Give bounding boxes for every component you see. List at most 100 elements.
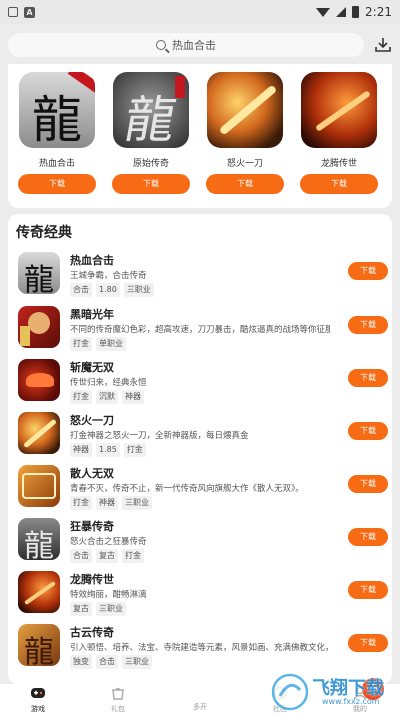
tag-list: 合击 复古 打金 — [70, 549, 144, 563]
download-button[interactable]: 下载 — [348, 528, 388, 546]
game-icon — [207, 72, 283, 148]
download-manager-icon[interactable] — [374, 36, 392, 54]
tag: 合击 — [96, 655, 118, 669]
tag-list: 合击 1.80 三职业 — [70, 283, 154, 297]
game-icon — [301, 72, 377, 148]
status-time: 2:21 — [365, 5, 392, 19]
game-icon: 龍 — [18, 252, 60, 294]
game-title: 黑暗光年 — [70, 308, 114, 321]
game-name: 怒火一刀 — [226, 159, 263, 169]
list-item[interactable]: 散人无双 青春不灭，传奇不止，新一代传奇风向旗舰大作《散人无双》。 打金 神器 … — [18, 465, 388, 515]
tag: 1.80 — [96, 283, 120, 297]
featured-game[interactable]: 怒火一刀 下载 — [205, 72, 285, 194]
tag: 三职业 — [122, 496, 152, 510]
gamepad-icon — [31, 688, 45, 698]
tag-list: 打金 单职业 — [70, 337, 126, 351]
wifi-icon — [316, 7, 331, 17]
game-icon: 龍 — [18, 518, 60, 560]
download-button[interactable]: 下载 — [348, 581, 388, 599]
notification-icon — [8, 7, 18, 17]
list-item[interactable]: 怒火一刀 打金神器之怒火一刀，全新神器版，每日煨真金 神器 1.85 打金 下载 — [18, 412, 388, 462]
featured-game[interactable]: 龍 原始传奇 下载 — [111, 72, 191, 194]
game-title: 怒火一刀 — [70, 414, 114, 427]
game-description: 打金神器之怒火一刀，全新神器版，每日煨真金 — [70, 431, 249, 441]
signal-icon — [336, 7, 347, 17]
game-icon: 龍 — [113, 72, 189, 148]
game-description: 怒火合击之狂暴传奇 — [70, 537, 147, 547]
search-icon — [156, 40, 166, 50]
tag: 三职业 — [123, 283, 154, 297]
search-bar[interactable]: 热血合击 — [8, 33, 364, 57]
tag: 神器 — [96, 496, 118, 510]
game-title: 狂暴传奇 — [70, 520, 114, 533]
list-item[interactable]: 斩魔无双 传世归来，经典永恒 打金 沉默 神器 下载 — [18, 359, 388, 409]
game-icon: 龍 — [18, 624, 60, 666]
game-icon — [18, 306, 60, 348]
featured-games-card: 龍 热血合击 下载 龍 原始传奇 下载 怒火一刀 下载 龙腾传世 下载 — [8, 64, 392, 208]
watermark-url: www.fxxz.com — [322, 697, 380, 706]
game-name: 热血合击 — [38, 159, 75, 169]
tag: 神器 — [122, 390, 144, 404]
game-description: 王城争霸，合击传奇 — [70, 271, 147, 281]
download-button[interactable]: 下载 — [348, 634, 388, 652]
download-button[interactable]: 下载 — [348, 262, 388, 280]
search-placeholder: 热血合击 — [172, 39, 216, 52]
tag: 合击 — [70, 283, 92, 297]
game-title: 龙腾传世 — [70, 573, 114, 586]
tag: 独变 — [70, 655, 92, 669]
game-description: 传世归来，经典永恒 — [70, 378, 147, 388]
tag: 复古 — [96, 549, 118, 563]
tag: 沉默 — [96, 390, 118, 404]
game-icon — [18, 412, 60, 454]
section-title: 传奇经典 — [16, 225, 72, 241]
tag: 打金 — [70, 496, 92, 510]
battery-icon — [352, 6, 360, 18]
tag: 三职业 — [96, 602, 126, 616]
tag: 打金 — [70, 390, 92, 404]
download-button[interactable]: 下载 — [348, 422, 388, 440]
tab-games[interactable]: 游戏 — [10, 686, 66, 714]
tag-list: 复古 三职业 — [70, 602, 126, 616]
game-title: 斩魔无双 — [70, 361, 114, 374]
tag: 1.85 — [96, 443, 120, 457]
download-button[interactable]: 下载 — [112, 174, 190, 194]
gift-bag-icon — [112, 687, 124, 700]
tag-list: 神器 1.85 打金 — [70, 443, 146, 457]
game-icon: 龍 — [19, 72, 95, 148]
download-button[interactable]: 下载 — [300, 174, 378, 194]
game-title: 热血合击 — [70, 254, 114, 267]
tag: 合击 — [70, 549, 92, 563]
game-description: 引入顿悟、培养、法宝、寺院建造等元素，风景如画、充满佛教文化，为 — [70, 643, 330, 653]
game-name: 原始传奇 — [132, 159, 169, 169]
tag-list: 打金 神器 三职业 — [70, 496, 152, 510]
app-badge-icon: A — [24, 6, 35, 18]
tag: 打金 — [70, 337, 92, 351]
download-button[interactable]: 下载 — [18, 174, 96, 194]
tag: 打金 — [123, 443, 146, 457]
tag: 神器 — [70, 443, 92, 457]
list-item[interactable]: 黑暗光年 不同的传奇魔幻色彩，超高攻速，刀刀暴击，酷炫逼真的战场等你征服 打金 … — [18, 306, 388, 356]
list-item[interactable]: 龙腾传世 特效绚丽，酣畅淋漓 复古 三职业 下载 — [18, 571, 388, 621]
game-icon — [18, 571, 60, 613]
download-button[interactable]: 下载 — [348, 475, 388, 493]
featured-game[interactable]: 龍 热血合击 下载 — [17, 72, 97, 194]
classic-games-section: 传奇经典 龍 热血合击 王城争霸，合击传奇 合击 1.80 三职业 下载 黑暗光… — [8, 214, 392, 684]
list-item[interactable]: 龍 热血合击 王城争霸，合击传奇 合击 1.80 三职业 下载 — [18, 252, 388, 302]
download-button[interactable]: 下载 — [206, 174, 284, 194]
tab-multi-open[interactable]: + 多开 — [172, 678, 384, 712]
tag: 打金 — [122, 549, 144, 563]
site-watermark: 飞翔下载 www.fxxz.com — [271, 670, 398, 714]
featured-game[interactable]: 龙腾传世 下载 — [299, 72, 379, 194]
tag: 复古 — [70, 602, 92, 616]
tab-gifts[interactable]: 礼包 — [90, 686, 146, 714]
status-bar: A 2:21 — [0, 0, 400, 24]
download-button[interactable]: 下载 — [348, 369, 388, 387]
tab-label: 礼包 — [111, 705, 125, 713]
list-item[interactable]: 龍 古云传奇 引入顿悟、培养、法宝、寺院建造等元素，风景如画、充满佛教文化，为 … — [18, 624, 388, 674]
tag-list: 打金 沉默 神器 — [70, 390, 144, 404]
download-button[interactable]: 下载 — [348, 316, 388, 334]
tab-label: 游戏 — [31, 705, 45, 713]
game-title: 古云传奇 — [70, 626, 114, 639]
game-description: 特效绚丽，酣畅淋漓 — [70, 590, 147, 600]
list-item[interactable]: 龍 狂暴传奇 怒火合击之狂暴传奇 合击 复古 打金 下载 — [18, 518, 388, 568]
